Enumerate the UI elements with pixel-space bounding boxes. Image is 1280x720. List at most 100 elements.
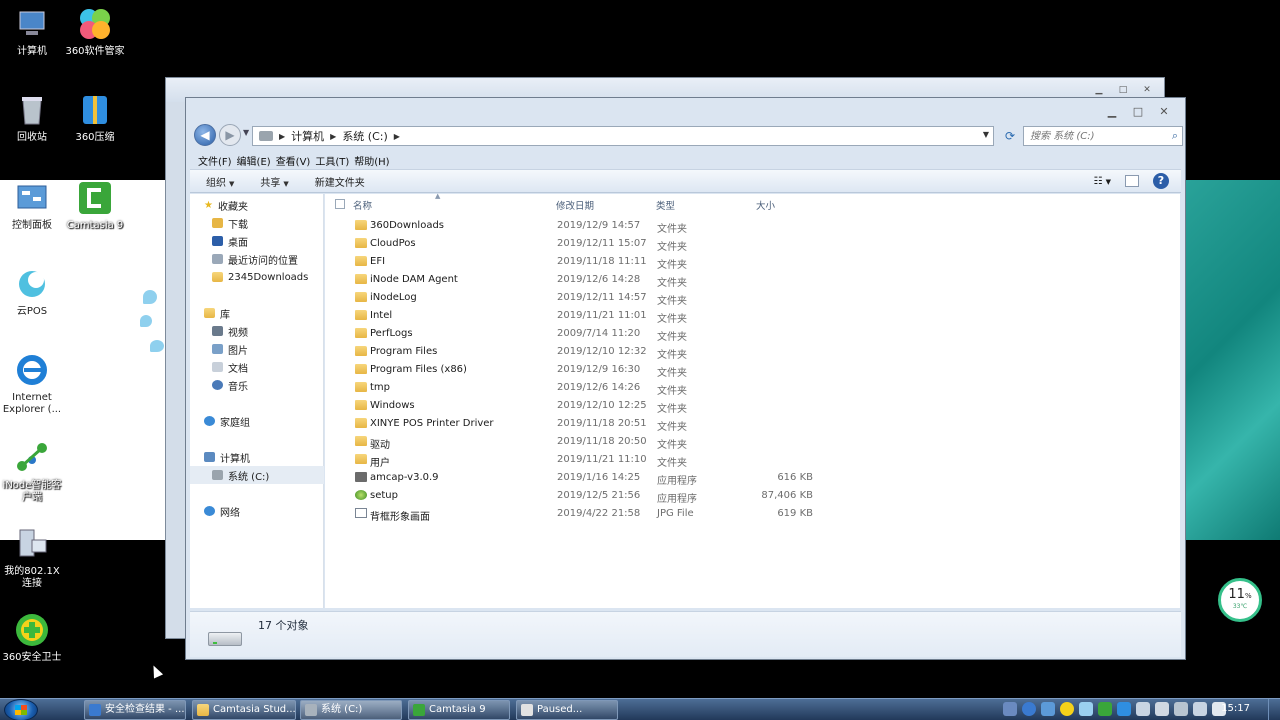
connection-tray-icon[interactable] [1174, 702, 1188, 716]
file-row[interactable]: setup 2019/12/5 21:56 应用程序 87,406 KB [325, 487, 1180, 505]
file-row[interactable]: CloudPos 2019/12/11 15:07 文件夹 [325, 235, 1180, 253]
file-row[interactable]: EFI 2019/11/18 11:11 文件夹 [325, 253, 1180, 271]
menu-edit[interactable]: 编辑(E) [237, 151, 276, 169]
task-security-check[interactable]: 安全检查结果 - ... [84, 700, 186, 720]
search-box[interactable]: ⌕ [1023, 126, 1183, 146]
nav-music[interactable]: 音乐 [190, 376, 324, 394]
desktop-icon-recycle-bin[interactable]: 回收站 [0, 92, 64, 144]
nav-pictures[interactable]: 图片 [190, 340, 324, 358]
menu-file[interactable]: 文件(F) [198, 151, 237, 169]
menu-help[interactable]: 帮助(H) [354, 151, 394, 169]
desktop-icon-camtasia[interactable]: Camtasia 9 [63, 180, 127, 232]
forward-button[interactable]: ▶ [219, 124, 241, 146]
task-paused[interactable]: Paused... [516, 700, 618, 720]
360-safe-tray-icon[interactable] [1060, 702, 1074, 716]
shield-tray-icon[interactable] [1041, 702, 1055, 716]
desktop-icon-8021x[interactable]: 我的802.1X 连接 [0, 526, 64, 590]
360-zip-tray-icon[interactable] [1117, 702, 1131, 716]
close-icon[interactable]: ✕ [1138, 84, 1156, 96]
view-options-icon[interactable]: ☷ ▼ [1093, 176, 1111, 187]
desktop-icon-cloud-pos[interactable]: 云POS [0, 266, 64, 318]
nav-homegroup[interactable]: 家庭组 [190, 412, 324, 430]
desktop-icon-control-panel[interactable]: 控制面板 [0, 180, 64, 232]
file-row[interactable]: PerfLogs 2009/7/14 11:20 文件夹 [325, 325, 1180, 343]
monitor-tray-icon[interactable] [1003, 702, 1017, 716]
chevron-right-icon[interactable]: ▶ [279, 132, 285, 141]
share-button[interactable]: 共享 ▼ [260, 174, 288, 189]
file-row[interactable]: 用户 2019/11/21 11:10 文件夹 [325, 451, 1180, 469]
maximize-button[interactable]: □ [1127, 104, 1149, 120]
organize-button[interactable]: 组织 ▼ [206, 174, 234, 189]
column-header-name[interactable]: 名称 [353, 198, 372, 212]
nav-library[interactable]: 库 [190, 304, 324, 322]
desktop-icon-inode[interactable]: iNode智能客户端 [0, 440, 64, 504]
desktop-icon-360-safe[interactable]: 360安全卫士 [0, 612, 64, 664]
refresh-button[interactable]: ⟳ [1000, 126, 1020, 146]
taskbar-clock[interactable]: 15:17 [1221, 703, 1250, 714]
task-camtasia-9[interactable]: Camtasia 9 [408, 700, 510, 720]
address-bar[interactable]: ▶ 计算机 ▶ 系统 (C:) ▶ ▼ [252, 126, 994, 146]
explorer-window[interactable]: ▁ □ ✕ ◀ ▶ ▼ ▶ 计算机 ▶ 系统 (C:) ▶ ▼ ⟳ ⌕ 文件(F… [185, 97, 1186, 660]
safely-remove-icon[interactable] [1193, 702, 1207, 716]
desktop-icon-computer[interactable]: 计算机 [0, 6, 64, 58]
file-row[interactable]: amcap-v3.0.9 2019/1/16 14:25 应用程序 616 KB [325, 469, 1180, 487]
nav-videos[interactable]: 视频 [190, 322, 324, 340]
nav-desktop[interactable]: 桌面 [190, 232, 324, 250]
help-icon[interactable]: ? [1153, 173, 1169, 189]
network-tray-icon[interactable] [1079, 702, 1093, 716]
volume-icon[interactable] [1155, 702, 1169, 716]
breadcrumb-drive[interactable]: 系统 (C:) [342, 128, 387, 144]
address-dropdown-icon[interactable]: ▼ [983, 130, 989, 139]
column-header-date[interactable]: 修改日期 [556, 198, 594, 212]
file-row[interactable]: Program Files 2019/12/10 12:32 文件夹 [325, 343, 1180, 361]
column-header-type[interactable]: 类型 [656, 198, 675, 212]
help-tray-icon[interactable] [1022, 702, 1036, 716]
task-drive-c[interactable]: 系统 (C:) [300, 700, 402, 720]
select-all-checkbox[interactable] [335, 199, 345, 209]
preview-pane-icon[interactable] [1125, 175, 1139, 187]
file-row[interactable]: Intel 2019/11/21 11:01 文件夹 [325, 307, 1180, 325]
performance-widget[interactable]: 11% 33℃ [1218, 578, 1262, 622]
show-desktop-button[interactable] [1268, 699, 1280, 720]
file-row[interactable]: tmp 2019/12/6 14:26 文件夹 [325, 379, 1180, 397]
search-input[interactable] [1024, 127, 1154, 145]
column-header-size[interactable]: 大小 [756, 198, 775, 212]
start-button[interactable] [4, 699, 38, 720]
file-row[interactable]: Windows 2019/12/10 12:25 文件夹 [325, 397, 1180, 415]
desktop-icon-internet-explorer[interactable]: Internet Explorer (... [0, 352, 64, 416]
file-row[interactable]: 驱动 2019/11/18 20:50 文件夹 [325, 433, 1180, 451]
maximize-icon[interactable]: □ [1114, 84, 1132, 96]
menu-tools[interactable]: 工具(T) [315, 151, 354, 169]
desktop-icon-360-software[interactable]: 360软件管家 [63, 6, 127, 58]
nav-documents[interactable]: 文档 [190, 358, 324, 376]
back-button[interactable]: ◀ [194, 124, 216, 146]
close-button[interactable]: ✕ [1153, 104, 1175, 120]
minimize-button[interactable]: ▁ [1101, 104, 1123, 120]
nav-network[interactable]: 网络 [190, 502, 324, 520]
menu-view[interactable]: 查看(V) [276, 151, 316, 169]
nav-recent-places[interactable]: 最近访问的位置 [190, 250, 324, 268]
file-row[interactable]: XINYE POS Printer Driver 2019/11/18 20:51… [325, 415, 1180, 433]
breadcrumb-computer[interactable]: 计算机 [291, 128, 324, 144]
nav-favorites[interactable]: ★ 收藏夹 [190, 196, 324, 214]
flag-tray-icon[interactable] [1136, 702, 1150, 716]
file-row[interactable]: iNode DAM Agent 2019/12/6 14:28 文件夹 [325, 271, 1180, 289]
new-folder-button[interactable]: 新建文件夹 [315, 174, 365, 189]
nav-downloads[interactable]: 下载 [190, 214, 324, 232]
file-row[interactable]: 背框形象画面 2019/4/22 21:58 JPG File 619 KB [325, 505, 1180, 523]
nav-2345downloads[interactable]: 2345Downloads [190, 268, 324, 286]
chevron-right-icon[interactable]: ▶ [330, 132, 336, 141]
file-row[interactable]: iNodeLog 2019/12/11 14:57 文件夹 [325, 289, 1180, 307]
desktop-icon-360-zip[interactable]: 360压缩 [63, 92, 127, 144]
recent-pages-dropdown[interactable]: ▼ [243, 128, 249, 137]
inode-tray-icon[interactable] [1098, 702, 1112, 716]
file-row[interactable]: 360Downloads 2019/12/9 14:57 文件夹 [325, 217, 1180, 235]
file-row[interactable]: Program Files (x86) 2019/12/9 16:30 文件夹 [325, 361, 1180, 379]
chevron-right-icon[interactable]: ▶ [394, 132, 400, 141]
minimize-icon[interactable]: ▁ [1090, 84, 1108, 96]
cpu-usage-value: 11 [1228, 587, 1245, 602]
search-icon[interactable]: ⌕ [1172, 129, 1178, 143]
nav-drive-c[interactable]: 系统 (C:) [190, 466, 324, 484]
task-camtasia-studio[interactable]: Camtasia Stud... [192, 700, 296, 720]
nav-computer[interactable]: 计算机 [190, 448, 324, 466]
